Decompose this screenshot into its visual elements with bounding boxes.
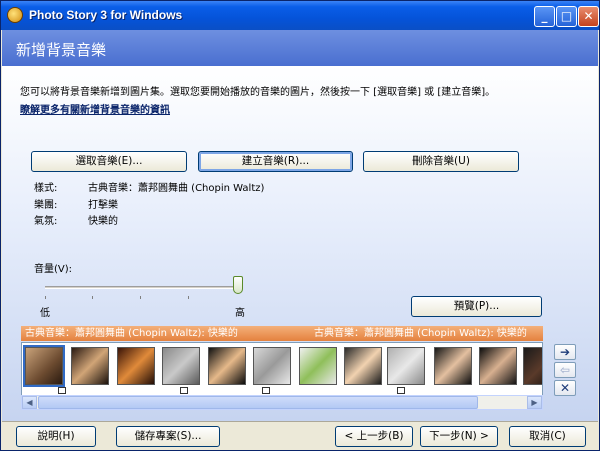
picture-thumbnail[interactable] [117, 347, 155, 385]
picture-thumbnail[interactable] [253, 347, 291, 385]
volume-slider-thumb[interactable] [233, 276, 243, 294]
scrollbar-thumb[interactable] [38, 396, 478, 409]
slider-tick [188, 296, 189, 299]
move-right-arrow-icon[interactable]: ➔ [554, 344, 576, 360]
window-title: Photo Story 3 for Windows [29, 8, 183, 22]
slider-tick [140, 296, 141, 299]
learn-more-link[interactable]: 瞭解更多有關新增背景音樂的資訊 [20, 101, 170, 116]
music-segment-label: 古典音樂：蕭邦圓舞曲 (Chopin Waltz): 快樂的 [314, 328, 527, 339]
picture-thumbnail[interactable] [387, 347, 425, 385]
main-content: 您可以將背景音樂新增到圖片集。選取您要開始播放的音樂的圖片，然後按一下 [選取音… [2, 66, 598, 421]
save-project-button[interactable]: 儲存專案(S)... [116, 426, 220, 447]
select-music-button[interactable]: 選取音樂(E)... [31, 151, 187, 172]
edit-pan-icon[interactable] [397, 387, 405, 394]
picture-thumbnail[interactable] [208, 347, 246, 385]
footer-divider [2, 421, 598, 422]
slider-tick [92, 296, 93, 299]
edit-pan-icon[interactable] [262, 387, 270, 394]
info-band-label: 樂團: [34, 200, 58, 211]
info-mood-value: 快樂的 [88, 216, 118, 227]
page-header: 新增背景音樂 [2, 30, 598, 66]
picture-thumbnail[interactable] [162, 347, 200, 385]
next-button[interactable]: 下一步(N) > [420, 426, 498, 447]
transition-icon[interactable] [58, 387, 66, 394]
page-title: 新增背景音樂 [16, 41, 107, 59]
slider-tick [45, 296, 46, 299]
filmstrip-scrollbar[interactable]: ◀ ▶ [21, 395, 543, 410]
transition-icon[interactable] [180, 387, 188, 394]
close-button[interactable]: ✕ [578, 6, 599, 27]
volume-slider-track[interactable] [45, 286, 240, 289]
info-style-label: 樣式: [34, 183, 58, 194]
app-window: Photo Story 3 for Windows _ □ ✕ 新增背景音樂 您… [0, 0, 600, 451]
delete-music-button[interactable]: 刪除音樂(U) [363, 151, 519, 172]
info-band-value: 打擊樂 [88, 200, 118, 211]
move-left-arrow-icon[interactable]: ⇦ [554, 362, 576, 378]
delete-picture-icon[interactable]: ✕ [554, 380, 576, 396]
help-button[interactable]: 說明(H) [16, 426, 96, 447]
volume-label: 音量(V): [34, 264, 73, 275]
info-style-row: 樣式: 古典音樂：蕭邦圓舞曲 (Chopin Waltz) [34, 179, 264, 194]
picture-filmstrip[interactable] [21, 342, 543, 396]
intro-text: 您可以將背景音樂新增到圖片集。選取您要開始播放的音樂的圖片，然後按一下 [選取音… [20, 87, 496, 98]
maximize-button[interactable]: □ [556, 6, 577, 27]
picture-thumbnail[interactable] [299, 347, 337, 385]
volume-low-label: 低 [40, 308, 50, 319]
music-timeline-bar[interactable]: 古典音樂：蕭邦圓舞曲 (Chopin Waltz): 快樂的 古典音樂：蕭邦圓舞… [21, 326, 543, 341]
photo-story-app-icon[interactable] [7, 7, 23, 23]
scroll-left-arrow-icon[interactable]: ◀ [22, 396, 37, 409]
picture-thumbnail[interactable] [71, 347, 109, 385]
back-button[interactable]: < 上一步(B) [335, 426, 413, 447]
info-style-value: 古典音樂：蕭邦圓舞曲 (Chopin Waltz) [88, 183, 265, 194]
title-bar[interactable]: Photo Story 3 for Windows _ □ ✕ [1, 1, 599, 30]
picture-thumbnail[interactable] [523, 347, 542, 385]
cancel-button[interactable]: 取消(C) [509, 426, 586, 447]
volume-high-label: 高 [235, 308, 245, 319]
picture-thumbnail[interactable] [479, 347, 517, 385]
info-mood-row: 氣氛: 快樂的 [34, 212, 118, 227]
scroll-right-arrow-icon[interactable]: ▶ [527, 396, 542, 409]
preview-button[interactable]: 預覽(P)... [411, 296, 542, 317]
picture-thumbnail[interactable] [344, 347, 382, 385]
minimize-button[interactable]: _ [534, 6, 555, 27]
info-mood-label: 氣氛: [34, 216, 58, 227]
info-band-row: 樂團: 打擊樂 [34, 196, 118, 211]
create-music-button[interactable]: 建立音樂(R)... [198, 151, 353, 172]
picture-thumbnail[interactable] [434, 347, 472, 385]
music-segment-label: 古典音樂：蕭邦圓舞曲 (Chopin Waltz): 快樂的 [25, 328, 238, 339]
picture-thumbnail[interactable] [23, 345, 65, 387]
